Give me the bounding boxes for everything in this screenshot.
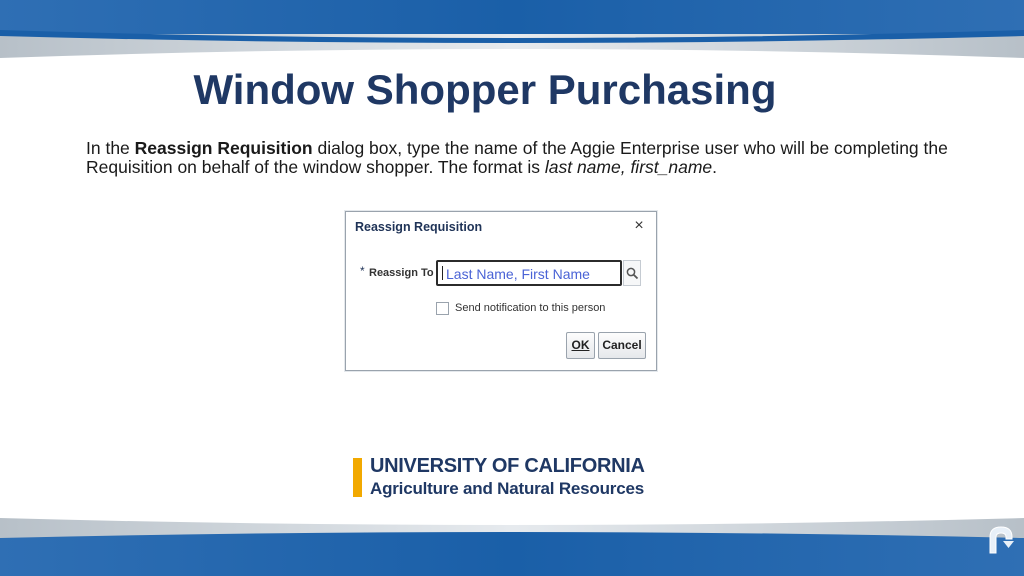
instructions-text: In the Reassign Requisition dialog box, … <box>86 139 966 177</box>
instructions-italic: last name, first_name <box>544 157 713 177</box>
instructions-bold: Reassign Requisition <box>134 138 313 158</box>
close-icon[interactable]: × <box>631 217 647 235</box>
dialog-title: Reassign Requisition <box>355 220 483 234</box>
slide-title: Window Shopper Purchasing <box>193 66 777 113</box>
instructions-part3: . <box>712 157 718 177</box>
send-notification-label[interactable]: Send notification to this person <box>455 302 605 314</box>
send-notification-checkbox[interactable] <box>436 302 449 315</box>
reassign-to-input[interactable] <box>438 262 620 284</box>
logo-line2: Agriculture and Natural Resources <box>370 479 644 498</box>
reassign-requisition-dialog: Reassign Requisition × * Reassign To Sen… <box>345 211 657 371</box>
top-banner <box>0 0 1024 58</box>
reassign-to-label: Reassign To <box>369 267 434 279</box>
bottom-banner <box>0 518 1024 576</box>
instructions-part1: In the <box>86 138 135 158</box>
search-icon[interactable] <box>623 260 641 286</box>
logo-gold-bar <box>353 458 362 497</box>
ok-button[interactable]: OK <box>566 332 595 359</box>
required-marker: * <box>360 264 365 278</box>
cancel-button[interactable]: Cancel <box>598 332 646 359</box>
reassign-to-field-wrapper <box>436 260 622 286</box>
logo-mark-icon <box>989 526 1014 554</box>
logo-line1: UNIVERSITY OF CALIFORNIA <box>370 455 645 477</box>
